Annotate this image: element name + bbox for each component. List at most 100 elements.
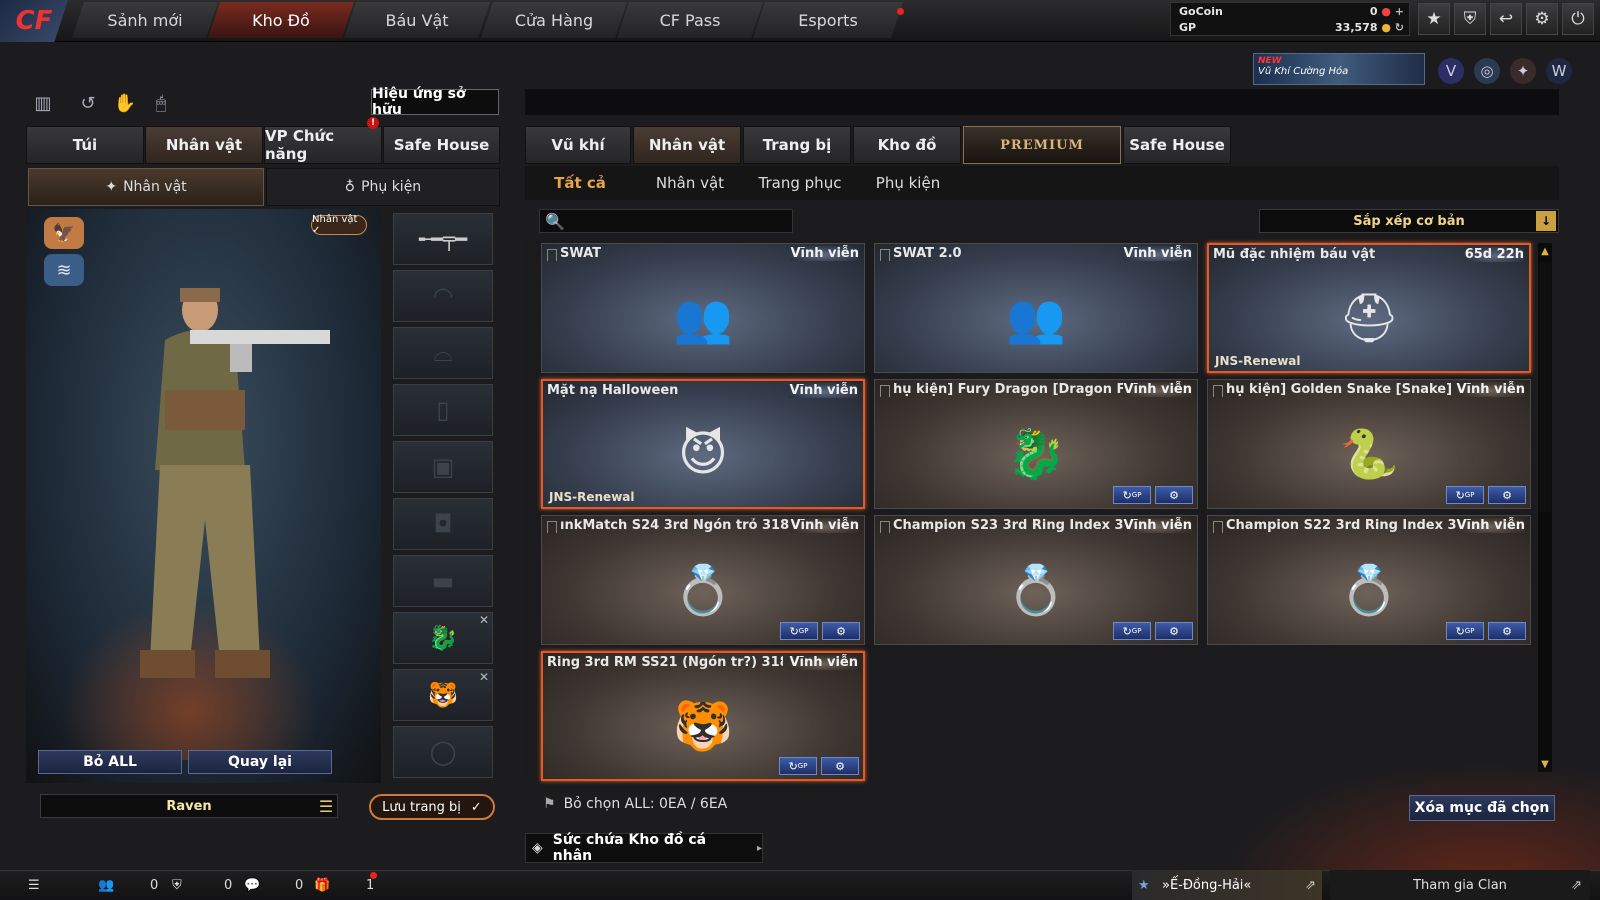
tab-character[interactable]: Nhân vật <box>145 126 263 164</box>
item-settings-button[interactable]: ⚙ <box>821 757 859 775</box>
nav-cf-pass[interactable]: CF Pass <box>617 2 763 38</box>
globe-icon[interactable]: ◎ <box>1474 58 1500 84</box>
slot-radio[interactable]: ▯ <box>393 384 493 436</box>
deselect-all[interactable]: ⚑ Bỏ chọn ALL: 0EA / 6EA <box>525 789 1285 819</box>
nav-inventory[interactable]: Kho Đồ <box>208 2 354 38</box>
search-icon[interactable]: 🔍 <box>544 210 566 232</box>
item-card[interactable]: Ring 3rd RM SS21 (Ngón tr?) 31899 Vĩnh vi… <box>541 651 865 781</box>
item-settings-button[interactable]: ⚙ <box>822 622 860 640</box>
event-star-icon[interactable]: ✦ <box>1510 58 1536 84</box>
search-input[interactable] <box>539 209 793 233</box>
slot-weapon[interactable]: ╾━╤━ <box>393 213 493 265</box>
delete-selected-button[interactable]: Xóa mục đã chọn <box>1409 795 1555 821</box>
tab-functional-items[interactable]: VP Chức năng <box>264 126 382 164</box>
add-gocoin-icon[interactable]: + <box>1395 5 1404 18</box>
sort-dropdown[interactable]: Sắp xếp cơ bản <box>1259 209 1559 233</box>
promo-banner[interactable]: NEW Vũ Khí Cường Hóa <box>1253 53 1425 85</box>
slot-ring[interactable]: ◯ <box>393 726 493 778</box>
back-button[interactable]: Quay lại <box>188 750 332 774</box>
bookmark-icon[interactable] <box>547 249 557 261</box>
bookmark-icon[interactable] <box>880 249 890 261</box>
convert-gp-button[interactable]: ↻ GP <box>1446 622 1484 640</box>
bookmark-icon[interactable] <box>880 385 890 397</box>
subtab-characters[interactable]: Nhân vật <box>645 166 735 200</box>
bookmark-icon[interactable] <box>547 521 557 533</box>
join-clan-button[interactable]: Tham gia Clan ⇗ <box>1330 870 1590 900</box>
slot-helmet[interactable]: ◠ <box>393 270 493 322</box>
convert-gp-button[interactable]: ↻ GP <box>780 622 818 640</box>
item-settings-button[interactable]: ⚙ <box>1488 486 1526 504</box>
open-external-icon[interactable]: ⇗ <box>1305 878 1316 893</box>
item-card[interactable]: Champion S22 3rd Ring Index 3189!Vĩnh vi… <box>1207 515 1531 645</box>
item-card[interactable]: Champion S23 3rd Ring Index 3189!Vĩnh vi… <box>874 515 1198 645</box>
remove-all-button[interactable]: Bỏ ALL <box>38 750 182 774</box>
subtab-accessories[interactable]: ♁ Phụ kiện <box>266 168 500 206</box>
expand-icon[interactable]: ⇗ <box>1571 878 1582 893</box>
convert-gp-button[interactable]: ↻ GP <box>779 757 817 775</box>
nav-lobby[interactable]: Sảnh mới <box>72 2 218 38</box>
character-class-icon[interactable]: 🦅 <box>44 217 84 249</box>
friends-icon[interactable]: 👥 <box>98 874 114 896</box>
shield-icon[interactable]: ⛨ <box>1454 3 1486 35</box>
settings-gear-icon[interactable]: ⚙ <box>1526 3 1558 35</box>
remove-icon[interactable]: ✕ <box>479 670 489 684</box>
save-loadout-button[interactable]: Lưu trang bị ✓ <box>369 794 495 820</box>
slot-vest[interactable]: ▣ <box>393 441 493 493</box>
tab-equipment[interactable]: Trang bị <box>743 126 851 164</box>
item-card[interactable]: SWAT 2.0 Vĩnh viễn 👥 <box>874 243 1198 373</box>
list-menu-icon[interactable]: ☰ <box>316 796 336 816</box>
owned-effects-button[interactable]: Hiệu ứng sở hữu <box>371 86 499 118</box>
slot-glasses[interactable]: ⌓ <box>393 327 493 379</box>
slot-accessory-tiger[interactable]: 🐯 ✕ <box>393 669 493 721</box>
power-icon[interactable]: ⏻ <box>1562 3 1594 35</box>
tab-safe-house-right[interactable]: Safe House <box>1123 126 1231 164</box>
vip-icon[interactable]: V <box>1438 58 1464 84</box>
sort-arrow-icon[interactable]: ↓ <box>1536 211 1556 231</box>
tab-safe-house[interactable]: Safe House <box>383 126 500 164</box>
convert-gp-button[interactable]: ↻ GP <box>1113 622 1151 640</box>
bookmark-icon[interactable] <box>1213 521 1223 533</box>
convert-gp-button[interactable]: ↻ GP <box>1113 486 1151 504</box>
exit-icon[interactable]: ↩ <box>1490 3 1522 35</box>
slot-pouch[interactable]: ▬ <box>393 555 493 607</box>
w-logo-icon[interactable]: W <box>1546 58 1572 84</box>
menu-icon[interactable]: ☰ <box>28 874 40 896</box>
item-settings-button[interactable]: ⚙ <box>1488 622 1526 640</box>
clan-shield-icon[interactable]: ⛨ <box>172 874 182 896</box>
nav-treasure[interactable]: Báu Vật <box>344 2 490 38</box>
item-card[interactable]: SWAT Vĩnh viễn 👥 <box>541 243 865 373</box>
tab-weapons[interactable]: Vũ khí <box>525 126 631 164</box>
subtab-character[interactable]: ✦ Nhân vật <box>28 168 264 206</box>
mouse-icon[interactable]: 🖱 <box>148 90 174 116</box>
convert-gp-button[interactable]: ↻ GP <box>1446 486 1484 504</box>
chat-icon[interactable]: 💬 <box>244 874 260 896</box>
nav-shop[interactable]: Cửa Hàng <box>481 2 627 38</box>
remove-icon[interactable]: ✕ <box>479 613 489 627</box>
clan-panel[interactable]: ★ »Ế-Đồng-Hải« ⇗ <box>1132 870 1322 900</box>
stats-chart-icon[interactable]: ▥ <box>30 90 56 116</box>
nav-esports[interactable]: Esports <box>753 2 903 38</box>
item-settings-button[interactable]: ⚙ <box>1155 486 1193 504</box>
scrollbar-thumb[interactable] <box>1539 262 1551 512</box>
item-card[interactable]: Mặt nạ Halloween Vĩnh viễn 😈 JNS-Renewal <box>541 379 865 509</box>
item-settings-button[interactable]: ⚙ <box>1155 622 1193 640</box>
subtab-accessories-right[interactable]: Phụ kiện <box>868 166 948 200</box>
scroll-up-icon[interactable]: ▲ <box>1538 243 1552 259</box>
hand-icon[interactable]: ✋ <box>112 90 138 116</box>
tab-bag[interactable]: Túi <box>26 126 144 164</box>
gift-icon[interactable]: 🎁 <box>314 874 330 896</box>
rank-star-icon[interactable]: ★ <box>1418 3 1450 35</box>
item-card[interactable]: hụ kiện] Golden Snake [Snake] Vĩnh viễn 🐍 ↻… <box>1207 379 1531 509</box>
storage-capacity-button[interactable]: ◈ Sức chứa Kho đồ cá nhân ▸ <box>525 832 763 864</box>
item-card[interactable]: Mũ đặc nhiệm báu vật 65d 22h ⛑ JNS-Renewal <box>1207 243 1531 373</box>
tab-storage[interactable]: Kho đồ <box>853 126 961 164</box>
item-card[interactable]: hụ kiện] Fury Dragon [Dragon Fury] Vĩnh v… <box>874 379 1198 509</box>
tab-premium[interactable]: PREMIUM <box>963 126 1121 164</box>
refresh-gp-icon[interactable]: ↻ <box>1395 21 1404 34</box>
team-icon[interactable]: ≋ <box>44 254 84 286</box>
tab-characters[interactable]: Nhân vật <box>633 126 741 164</box>
slot-backpack[interactable]: ◘ <box>393 498 493 550</box>
history-icon[interactable]: ↺ <box>75 90 101 116</box>
subtab-outfits[interactable]: Trang phục <box>750 166 850 200</box>
subtab-all[interactable]: Tất cả <box>540 166 620 200</box>
